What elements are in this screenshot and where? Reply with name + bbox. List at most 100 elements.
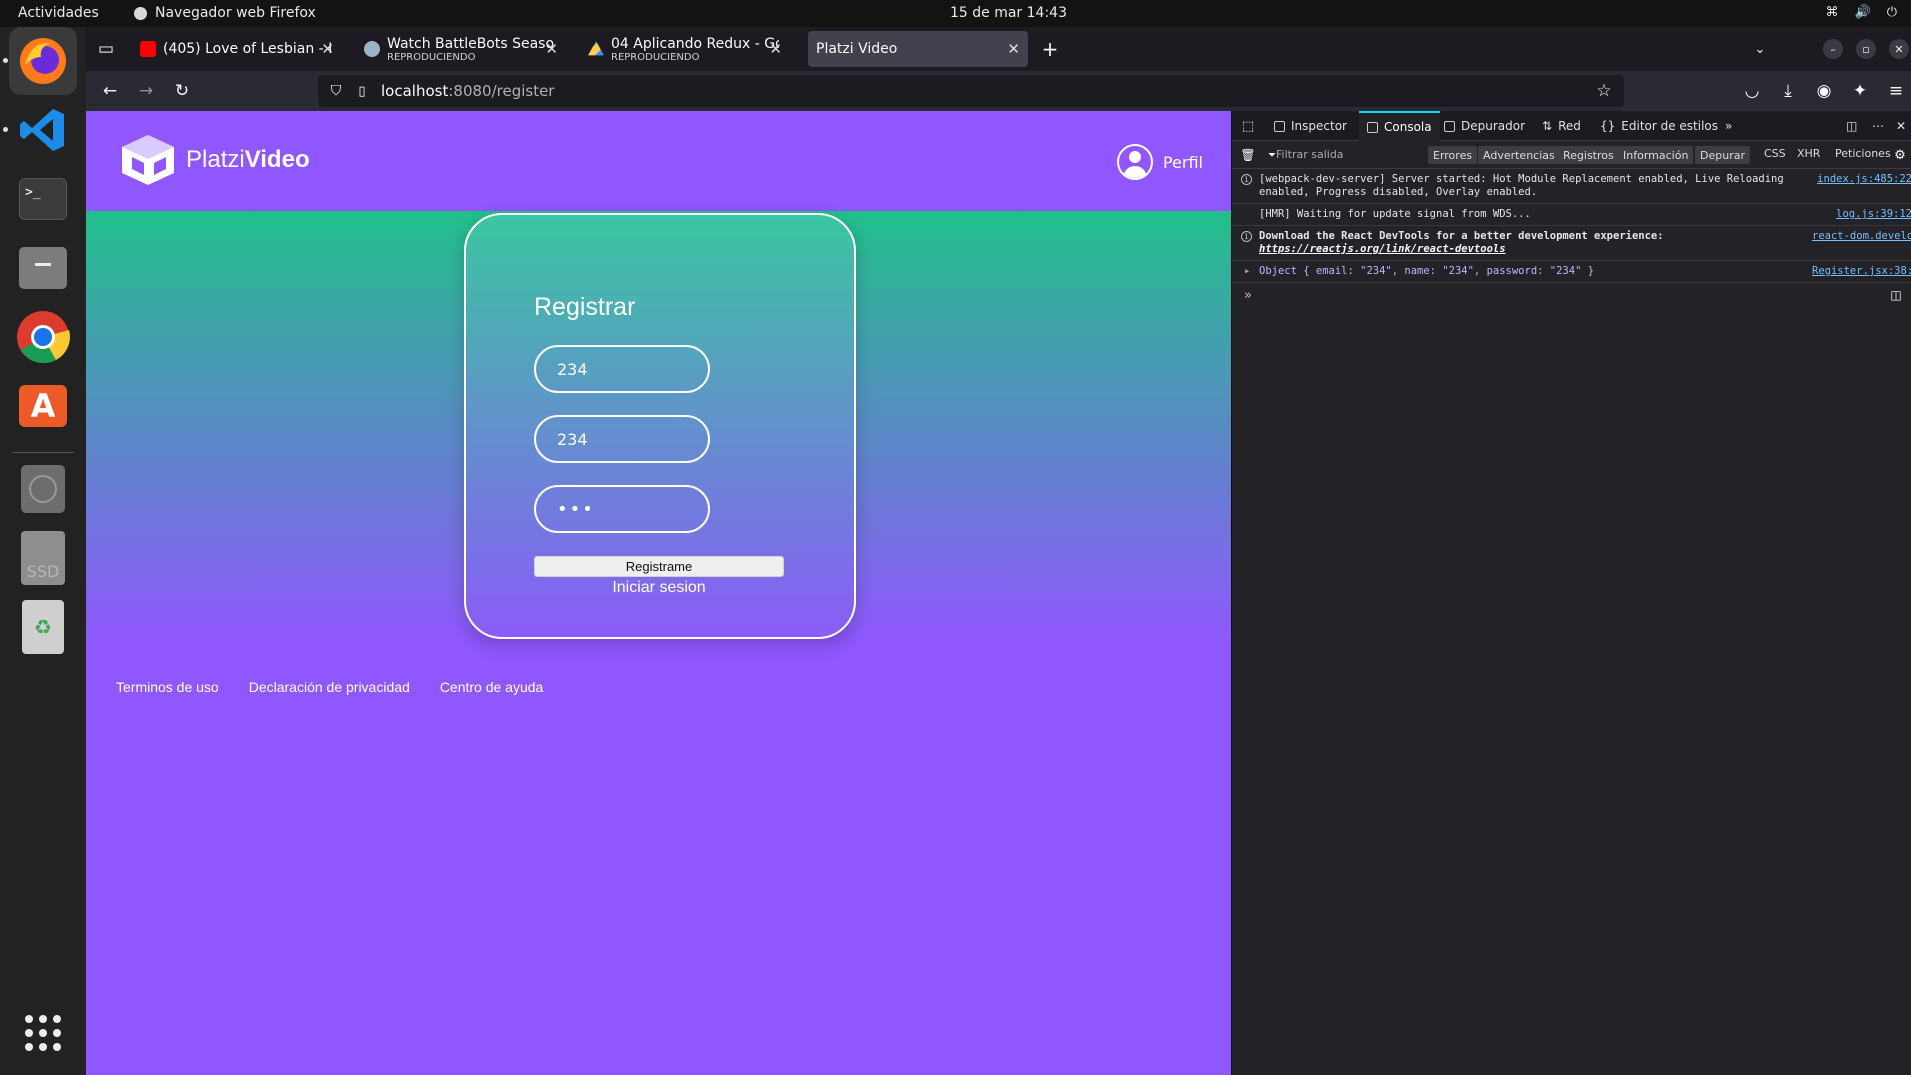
email-field[interactable]: 234 [534,345,710,393]
element-picker-icon[interactable]: ⬚ [1236,114,1260,138]
url-text[interactable]: localhost:8080/register [381,82,554,100]
login-link[interactable]: Iniciar sesion [534,579,784,597]
close-tab-icon[interactable]: ✕ [769,40,782,58]
filter-output-input[interactable]: Filtrar salida [1276,148,1344,161]
chrome-dock-icon[interactable] [9,303,77,371]
tracking-shield-icon[interactable]: ⛉ [324,79,348,103]
name-field[interactable]: 234 [534,415,710,463]
app-menu[interactable]: Navegador web Firefox [134,5,316,21]
console-settings-gear-icon[interactable]: ⚙ [1888,143,1911,167]
toggle-requests[interactable]: Peticiones [1835,147,1891,160]
chip-warnings[interactable]: Advertencias [1478,146,1560,164]
tab-title: 04 Aplicando Redux - Goo [611,35,779,52]
ssd-dock-icon[interactable]: SSD [9,524,77,592]
tab-list-icon[interactable]: ▭ [94,37,118,61]
tab-platzi-video[interactable]: Platzi Video ✕ [808,31,1028,67]
message-object-text[interactable]: Object { email: "234", name: "234", pass… [1259,265,1594,277]
extensions-icon[interactable]: ✦ [1848,79,1872,103]
close-tab-icon[interactable]: ✕ [545,40,558,58]
tab-label: Consola [1384,120,1432,134]
close-window-icon[interactable]: ✕ [1889,39,1909,59]
privacy-link[interactable]: Declaración de privacidad [249,679,410,695]
chip-logs[interactable]: Registros [1558,146,1619,164]
register-card: Registrar 234 234 ••• Registrame Iniciar… [464,213,856,639]
console-input-prompt[interactable]: » [1244,288,1252,303]
firefox-dock-icon[interactable] [9,27,77,95]
maximize-icon[interactable]: ▫ [1856,39,1876,59]
message-source-link[interactable]: index.js:485:22 [1812,173,1911,186]
downloads-icon[interactable]: ⤓ [1776,79,1800,103]
reload-icon[interactable]: ↻ [170,79,194,103]
terminal-dock-icon[interactable]: >_ [9,165,77,233]
tab-overflow-chevron-icon[interactable]: ⌄ [1748,37,1772,61]
network-icon[interactable]: ⌘ [1826,5,1839,20]
profile-label: Perfil [1162,152,1203,172]
profile-menu[interactable]: Perfil [1116,144,1203,180]
tab-console[interactable]: Consola [1359,111,1440,141]
activities-button[interactable]: Actividades [18,5,99,21]
volume-icon[interactable]: 🔊 [1855,5,1871,20]
pocket-icon[interactable]: ◡ [1740,79,1764,103]
editor-mode-icon[interactable]: ◫ [1884,283,1908,307]
clock[interactable]: 15 de mar 14:43 [950,5,1067,21]
close-tab-icon[interactable]: ✕ [1007,40,1020,58]
chip-errors[interactable]: Errores [1428,146,1478,164]
network-arrows-icon: ⇅ [1542,119,1553,133]
message-source-link[interactable]: Register.jsx:38:13 [1812,265,1911,278]
console-message-object[interactable]: ▸ Object { email: "234", name: "234", pa… [1232,261,1911,283]
minimize-icon[interactable]: – [1823,39,1843,59]
devtools-menu-icon[interactable]: ⋯ [1872,111,1884,141]
trash-dock-icon[interactable]: ♻ [9,593,77,661]
tab-style-editor[interactable]: {} Editor de estilos [1600,111,1718,141]
toggle-css[interactable]: CSS [1764,147,1786,160]
react-devtools-link[interactable]: https://reactjs.org/link/react-devtools [1259,243,1506,255]
vscode-dock-icon[interactable] [9,96,77,164]
tab-youtube[interactable]: (405) Love of Lesbian - Ba ✕ [132,31,342,67]
platzi-video-logo[interactable]: PlatziVideo [120,133,310,187]
url-bar[interactable]: ⛉ ▯ localhost:8080/register ☆ [318,75,1624,107]
toggle-xhr[interactable]: XHR [1797,147,1820,160]
clear-console-icon[interactable]: 🗑 [1236,143,1260,167]
new-tab-icon[interactable]: + [1038,37,1062,61]
tab-debugger[interactable]: Depurador [1444,111,1525,141]
app-menu-icon[interactable]: ≡ [1884,79,1908,103]
app-center-dock-icon[interactable]: A [9,372,77,440]
chip-info[interactable]: Información [1618,146,1694,164]
expand-triangle-icon[interactable]: ▸ [1244,265,1250,278]
more-tools-icon[interactable]: » [1725,111,1732,141]
system-tray[interactable]: ⌘ 🔊 ⏻ [1826,5,1897,20]
files-dock-icon[interactable] [9,234,77,302]
help-center-link[interactable]: Centro de ayuda [440,679,544,695]
register-button[interactable]: Registrame [534,556,784,577]
close-devtools-icon[interactable]: ✕ [1896,111,1906,141]
navigation-toolbar: ← → ↻ ⛉ ▯ localhost:8080/register ☆ ◡ ⤓ … [86,71,1911,111]
running-indicator [3,127,8,132]
console-message: i [webpack-dev-server] Server started: H… [1232,169,1911,204]
show-apps-icon[interactable] [9,999,77,1067]
password-field[interactable]: ••• [534,485,710,533]
bookmark-star-icon[interactable]: ☆ [1592,79,1616,103]
chip-debug[interactable]: Depurar [1695,146,1750,164]
message-source-link[interactable]: react-dom.development.js:26239:17 [1812,230,1911,243]
forward-icon[interactable]: → [134,79,158,103]
devtools-tab-bar: ⬚ Inspector Consola Depurador ⇅ Red {} Edi… [1232,111,1911,141]
tab-drive[interactable]: 04 Aplicando Redux - Goo REPRODUCIENDO ✕ [580,31,790,67]
account-icon[interactable]: ◉ [1812,79,1836,103]
message-source-link[interactable]: log.js:39:12 [1812,208,1911,221]
power-icon[interactable]: ⏻ [1887,5,1897,20]
inspector-icon [1274,120,1285,132]
tab-playing-label: REPRODUCIENDO [611,51,700,63]
dock-side-icon[interactable]: ◫ [1846,111,1857,141]
web-page: PlatziVideo Perfil Registrar 234 234 •••… [86,111,1231,1075]
tab-network[interactable]: ⇅ Red [1542,111,1581,141]
terms-link[interactable]: Terminos de uso [116,679,219,695]
tab-label: Inspector [1291,119,1347,133]
tab-inspector[interactable]: Inspector [1274,111,1347,141]
dock-separator [12,452,74,453]
dock: >_ A SSD ♻ [0,27,86,1075]
tab-battlebots[interactable]: Watch BattleBots Season REPRODUCIENDO ✕ [356,31,566,67]
page-info-icon[interactable]: ▯ [350,79,374,103]
close-tab-icon[interactable]: ✕ [321,40,334,58]
back-icon[interactable]: ← [98,79,122,103]
disc-dock-icon[interactable] [9,455,77,523]
